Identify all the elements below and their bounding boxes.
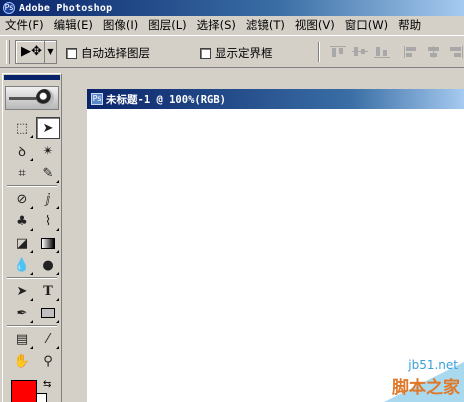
options-bar-grip[interactable] [6,40,10,64]
gradient-tool-icon[interactable] [36,232,60,254]
menu-view[interactable]: 视图(V) [290,16,340,35]
marquee-tool-icon[interactable]: ⬚ [10,117,34,139]
adobe-online-icon[interactable] [5,86,59,110]
menu-image[interactable]: 图像(I) [98,16,143,35]
app-title-bar: Ps Adobe Photoshop [0,0,464,16]
history-brush-tool-icon[interactable]: ⌇ [36,210,60,232]
menu-layer[interactable]: 图层(L) [143,16,191,35]
menu-bar: 文件(F) 编辑(E) 图像(I) 图层(L) 选择(S) 滤镜(T) 视图(V… [0,16,464,35]
dodge-tool-icon[interactable]: ● [36,254,60,276]
toolbox-title-bar[interactable] [4,75,60,80]
move-tool-icon: ▶✥ [21,44,42,59]
lasso-tool-icon[interactable]: ꝺ [10,140,34,162]
toolbox-separator [7,277,57,279]
menu-file[interactable]: 文件(F) [0,16,49,35]
show-bounding-box-checkbox[interactable] [200,47,211,59]
crop-tool-icon[interactable]: ⌗ [10,162,34,184]
options-bar: ▶✥ ▼ 自动选择图层 显示定界框 [0,35,464,68]
eyedropper-tool-icon[interactable]: ⁄ [36,328,60,350]
notes-tool-icon[interactable]: ▤ [10,328,34,350]
document-title-bar[interactable]: Ps 未标题-1 @ 100%(RGB) [87,89,464,109]
rectangle-tool-icon[interactable] [36,302,60,324]
blur-tool-icon[interactable]: 💧 [10,254,34,276]
align-vertical-center-icon[interactable] [352,46,368,58]
show-bounding-box-label: 显示定界框 [215,46,273,60]
menu-edit[interactable]: 编辑(E) [49,16,98,35]
zoom-tool-icon[interactable]: ⚲ [36,350,60,372]
menu-window[interactable]: 窗口(W) [340,16,393,35]
auto-select-layer-label: 自动选择图层 [81,46,150,60]
auto-select-layer-checkbox[interactable] [66,47,77,59]
swap-colors-icon[interactable]: ⇆ [43,379,51,390]
path-selection-tool-icon[interactable]: ➤ [10,280,34,302]
watermark-brand: 脚本之家 [392,378,460,398]
move-tool-icon[interactable]: ➤ [36,117,60,139]
hand-tool-icon[interactable]: ✋ [10,350,34,372]
foreground-color-swatch[interactable] [11,380,37,402]
menu-select[interactable]: 选择(S) [192,16,241,35]
toolbox-separator [7,185,57,187]
app-title: Adobe Photoshop [19,2,113,14]
watermark-site: jb51.net [408,358,458,372]
document-icon[interactable]: Ps [91,93,103,105]
watermark: jb51.net 脚本之家 [324,342,464,402]
align-top-icon[interactable] [330,46,346,58]
show-bounding-box-option[interactable]: 显示定界框 [200,45,273,61]
align-horizontal-center-icon[interactable] [426,46,442,58]
align-right-icon[interactable] [448,46,464,58]
type-tool-icon[interactable]: T [36,280,60,302]
options-separator [318,42,320,62]
brush-tool-icon[interactable]: ⅉ [36,188,60,210]
photoshop-app-icon[interactable]: Ps [3,2,15,14]
align-left-icon[interactable] [404,46,420,58]
slice-tool-icon[interactable]: ✎ [36,162,60,184]
tool-preset-picker[interactable]: ▶✥ ▼ [15,40,57,64]
magic-wand-tool-icon[interactable]: ✴ [36,140,60,162]
auto-select-layer-option[interactable]: 自动选择图层 [66,45,150,61]
menu-filter[interactable]: 滤镜(T) [241,16,290,35]
document-title: 未标题-1 @ 100%(RGB) [106,93,227,106]
clone-stamp-tool-icon[interactable]: ♣ [10,210,34,232]
toolbox: ⬚ ➤ ꝺ ✴ ⌗ ✎ ⊘ ⅉ ♣ ⌇ ◪ 💧 ● ➤ T ✒ ▤ ⁄ ✋ ⚲ … [2,73,62,402]
eraser-tool-icon[interactable]: ◪ [10,232,34,254]
toolbox-separator [7,325,57,327]
healing-brush-tool-icon[interactable]: ⊘ [10,188,34,210]
pen-tool-icon[interactable]: ✒ [10,302,34,324]
chevron-down-icon[interactable]: ▼ [44,41,56,63]
menu-help[interactable]: 帮助 [393,16,426,35]
align-bottom-icon[interactable] [374,46,390,58]
